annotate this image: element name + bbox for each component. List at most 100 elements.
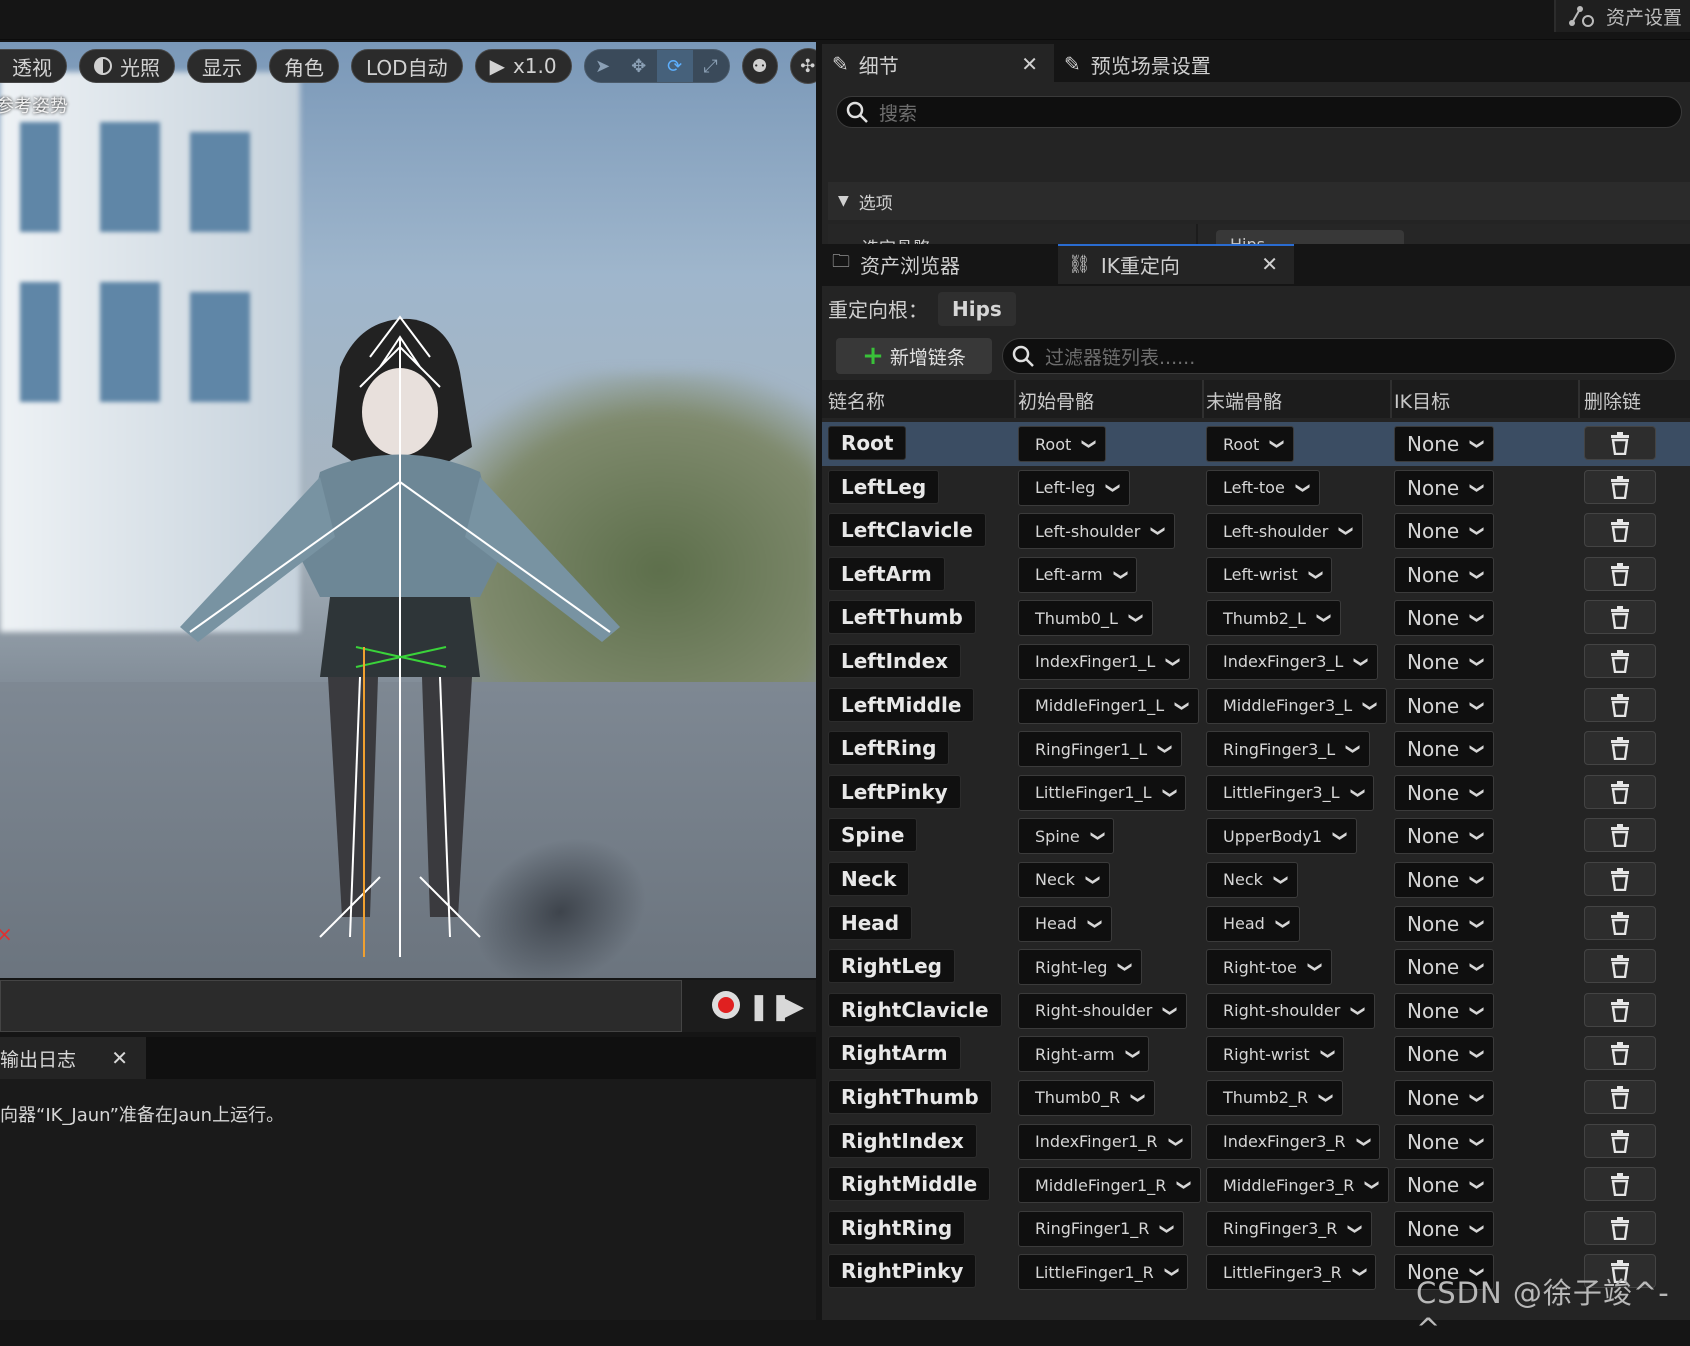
- table-row[interactable]: RightArm Right-arm ❯ Right-wrist ❯ None ❯: [822, 1032, 1690, 1076]
- table-row[interactable]: RightClavicle Right-shoulder ❯ Right-should…: [822, 989, 1690, 1033]
- chain-name-field[interactable]: LeftLeg: [828, 469, 940, 504]
- options-section-header[interactable]: ▼ 选项: [828, 182, 1690, 220]
- start-bone-dropdown[interactable]: MiddleFinger1_R ❯: [1018, 1167, 1202, 1204]
- start-bone-dropdown[interactable]: Thumb0_L ❯: [1018, 600, 1153, 637]
- rotate-icon[interactable]: ⟳: [656, 50, 693, 82]
- delete-chain-button[interactable]: [1584, 774, 1656, 809]
- delete-chain-button[interactable]: [1584, 949, 1656, 984]
- chain-name-field[interactable]: LeftIndex: [828, 643, 962, 678]
- delete-chain-button[interactable]: [1584, 687, 1656, 722]
- viewport[interactable]: 透视 光照 显示 角色 LOD自动 ▶x1.0 ➤ ✥ ⟳ ⤢ ⚉ ✣ » 参考…: [0, 42, 816, 978]
- delete-chain-button[interactable]: [1584, 426, 1656, 460]
- table-row[interactable]: LeftLeg Left-leg ❯ Left-toe ❯ None ❯: [822, 466, 1690, 510]
- table-row[interactable]: RightIndex IndexFinger1_R ❯ IndexFinger3_R ❯…: [822, 1120, 1690, 1164]
- translate-icon[interactable]: ✥: [621, 50, 657, 82]
- ik-goal-dropdown[interactable]: None ❯: [1394, 600, 1494, 637]
- close-icon[interactable]: ✕: [111, 1046, 128, 1070]
- delete-chain-button[interactable]: [1584, 1123, 1656, 1158]
- table-row[interactable]: LeftIndex IndexFinger1_L ❯ IndexFinger3_L ❯ N…: [822, 640, 1690, 684]
- table-row[interactable]: RightRing RingFinger1_R ❯ RingFinger3_R ❯ Non…: [822, 1207, 1690, 1251]
- delete-chain-button[interactable]: [1584, 992, 1656, 1027]
- chain-name-field[interactable]: Spine: [828, 818, 918, 853]
- record-icon[interactable]: [712, 991, 740, 1019]
- end-bone-dropdown[interactable]: Thumb2_R ❯: [1206, 1079, 1343, 1116]
- delete-chain-button[interactable]: [1584, 469, 1656, 504]
- ik-goal-dropdown[interactable]: None ❯: [1394, 774, 1494, 811]
- ik-goal-dropdown[interactable]: None ❯: [1394, 1036, 1494, 1073]
- chain-name-field[interactable]: RightLeg: [828, 949, 955, 984]
- start-bone-dropdown[interactable]: RingFinger1_R ❯: [1018, 1210, 1185, 1247]
- chain-filter[interactable]: 过滤器链列表......: [1002, 338, 1676, 374]
- lighting-button[interactable]: 光照: [79, 49, 175, 83]
- table-row[interactable]: RightLeg Right-leg ❯ Right-toe ❯ None ❯: [822, 945, 1690, 989]
- character-mesh[interactable]: [120, 297, 680, 977]
- ik-goal-dropdown[interactable]: None ❯: [1394, 1123, 1494, 1160]
- ik-goal-dropdown[interactable]: None ❯: [1394, 818, 1494, 855]
- table-row[interactable]: Spine Spine ❯ UpperBody1 ❯ None ❯: [822, 814, 1690, 858]
- delete-chain-button[interactable]: [1584, 861, 1656, 896]
- chain-name-field[interactable]: Root: [828, 426, 907, 460]
- delete-chain-button[interactable]: [1584, 818, 1656, 853]
- ik-goal-dropdown[interactable]: None ❯: [1394, 1079, 1494, 1116]
- table-row[interactable]: RightMiddle MiddleFinger1_R ❯ MiddleFinger3…: [822, 1163, 1690, 1207]
- table-row[interactable]: LeftArm Left-arm ❯ Left-wrist ❯ None ❯: [822, 553, 1690, 597]
- end-bone-dropdown[interactable]: Left-wrist ❯: [1206, 556, 1333, 593]
- delete-chain-button[interactable]: [1584, 556, 1656, 591]
- start-bone-dropdown[interactable]: Thumb0_R ❯: [1018, 1079, 1155, 1116]
- play-speed-button[interactable]: ▶ x1.0: [474, 49, 572, 83]
- start-bone-dropdown[interactable]: Right-leg ❯: [1018, 949, 1143, 986]
- tab-asset-browser[interactable]: 🗀 资产浏览器: [822, 244, 1058, 284]
- end-bone-dropdown[interactable]: MiddleFinger3_R ❯: [1206, 1167, 1390, 1204]
- end-bone-dropdown[interactable]: RingFinger3_R ❯: [1206, 1210, 1373, 1247]
- chain-name-field[interactable]: LeftPinky: [828, 774, 961, 809]
- add-chain-button[interactable]: + 新增链条: [836, 338, 992, 374]
- tab-preview-scene-settings[interactable]: ✎ 预览场景设置: [1054, 44, 1314, 84]
- delete-chain-button[interactable]: [1584, 513, 1656, 548]
- end-bone-dropdown[interactable]: IndexFinger3_R ❯: [1206, 1123, 1381, 1160]
- delete-chain-button[interactable]: [1584, 1167, 1656, 1202]
- tab-details[interactable]: ✎ 细节 ✕: [822, 44, 1054, 84]
- chain-name-field[interactable]: Head: [828, 905, 913, 940]
- start-bone-dropdown[interactable]: IndexFinger1_R ❯: [1018, 1123, 1193, 1160]
- scale-icon[interactable]: ⤢: [693, 50, 729, 82]
- table-row[interactable]: LeftClavicle Left-shoulder ❯ Left-shoulder ❯…: [822, 509, 1690, 553]
- ik-goal-dropdown[interactable]: None ❯: [1394, 556, 1494, 593]
- chain-name-field[interactable]: RightRing: [828, 1210, 966, 1245]
- table-row[interactable]: LeftRing RingFinger1_L ❯ RingFinger3_L ❯ None…: [822, 727, 1690, 771]
- end-bone-dropdown[interactable]: RingFinger3_L ❯: [1206, 731, 1370, 768]
- chain-name-field[interactable]: LeftThumb: [828, 600, 976, 635]
- chain-name-field[interactable]: Neck: [828, 861, 910, 896]
- chain-name-field[interactable]: LeftMiddle: [828, 687, 975, 722]
- delete-chain-button[interactable]: [1584, 1210, 1656, 1245]
- show-button[interactable]: 显示: [187, 49, 257, 83]
- ik-goal-dropdown[interactable]: None ❯: [1394, 949, 1494, 986]
- delete-chain-button[interactable]: [1584, 600, 1656, 635]
- ik-goal-dropdown[interactable]: None ❯: [1394, 905, 1494, 942]
- chain-name-field[interactable]: LeftClavicle: [828, 513, 986, 548]
- close-icon[interactable]: ✕: [1261, 252, 1278, 276]
- start-bone-dropdown[interactable]: Left-shoulder ❯: [1018, 513, 1176, 550]
- ik-goal-dropdown[interactable]: None ❯: [1394, 426, 1494, 462]
- start-bone-dropdown[interactable]: MiddleFinger1_L ❯: [1018, 687, 1199, 724]
- column-ik-goal[interactable]: IK目标: [1394, 387, 1450, 414]
- end-bone-dropdown[interactable]: Right-shoulder ❯: [1206, 992, 1376, 1029]
- end-bone-dropdown[interactable]: Thumb2_L ❯: [1206, 600, 1341, 637]
- start-bone-dropdown[interactable]: Head ❯: [1018, 905, 1112, 942]
- table-row[interactable]: Root Root ❯ Root ❯ None ❯: [822, 422, 1690, 466]
- end-bone-dropdown[interactable]: IndexFinger3_L ❯: [1206, 643, 1379, 680]
- table-row[interactable]: LeftMiddle MiddleFinger1_L ❯ MiddleFinger3_…: [822, 684, 1690, 728]
- asset-settings-button[interactable]: 资产设置: [1553, 0, 1690, 32]
- table-row[interactable]: RightThumb Thumb0_R ❯ Thumb2_R ❯ None ❯: [822, 1076, 1690, 1120]
- start-bone-dropdown[interactable]: Root ❯: [1018, 426, 1106, 462]
- end-bone-dropdown[interactable]: Root ❯: [1206, 426, 1294, 462]
- bone-mode-icon[interactable]: ⚉: [741, 48, 778, 84]
- chain-name-field[interactable]: LeftArm: [828, 556, 945, 591]
- ik-goal-dropdown[interactable]: None ❯: [1394, 469, 1494, 506]
- step-forward-icon[interactable]: ▶: [784, 992, 804, 1022]
- table-row[interactable]: LeftThumb Thumb0_L ❯ Thumb2_L ❯ None ❯: [822, 596, 1690, 640]
- chain-name-field[interactable]: RightMiddle: [828, 1167, 991, 1202]
- lod-button[interactable]: LOD自动: [351, 49, 463, 83]
- chain-name-field[interactable]: LeftRing: [828, 731, 950, 766]
- delete-chain-button[interactable]: [1584, 905, 1656, 940]
- details-search[interactable]: 搜索: [836, 96, 1682, 128]
